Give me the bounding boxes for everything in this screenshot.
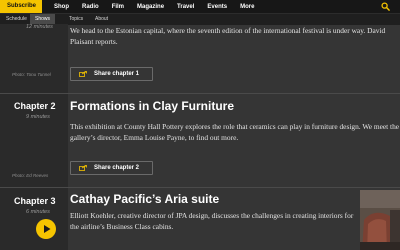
chapter-thumbnail — [360, 190, 400, 250]
chapter-3: Chapter 3 6 minutes Cathay Pacific’s Ari… — [0, 187, 400, 250]
subscribe-button[interactable]: Subscribe — [0, 0, 43, 13]
photo-credit: Photo: Tonu Tunnel — [12, 72, 51, 77]
chapter-label: Chapter 3 — [14, 196, 56, 206]
share-label: Share chapter 2 — [94, 165, 140, 171]
top-nav: Subscribe Shop Radio Film Magazine Trave… — [0, 0, 400, 13]
share-icon — [79, 71, 87, 77]
chapter-description: We head to the Estonian capital, where t… — [70, 26, 386, 46]
share-chapter-1-button[interactable]: Share chapter 1 — [70, 67, 153, 81]
nav-shop[interactable]: Shop — [54, 4, 69, 10]
chapter-title: Formations in Clay Furniture — [70, 99, 235, 113]
chapter-list: 12 minutes We head to the Estonian capit… — [0, 24, 400, 250]
chapter-description: This exhibition at County Hall Pottery e… — [70, 122, 400, 142]
chapter-duration: 6 minutes — [26, 209, 50, 215]
play-button[interactable] — [36, 219, 56, 239]
share-label: Share chapter 1 — [94, 71, 140, 77]
chapter-label: Chapter 2 — [14, 101, 56, 111]
chapter-duration: 12 minutes — [26, 24, 53, 30]
nav-radio[interactable]: Radio — [82, 4, 99, 10]
chapter-title: Cathay Pacific’s Aria suite — [70, 192, 220, 206]
chapter-description: Elliott Koehler, creative director of JP… — [70, 211, 354, 231]
photo-credit: Photo: Ed Reeves — [12, 173, 49, 178]
play-icon — [44, 225, 51, 233]
nav-events[interactable]: Events — [207, 4, 227, 10]
share-chapter-2-button[interactable]: Share chapter 2 — [70, 161, 153, 175]
nav-film[interactable]: Film — [112, 4, 124, 10]
chapter-duration: 9 minutes — [26, 114, 50, 120]
search-icon[interactable] — [381, 2, 390, 11]
nav-more[interactable]: More — [240, 4, 254, 10]
nav-magazine[interactable]: Magazine — [137, 4, 164, 10]
cabin-image — [360, 190, 400, 250]
chapter-2: Chapter 2 9 minutes Formations in Clay F… — [0, 93, 400, 188]
nav-travel[interactable]: Travel — [177, 4, 194, 10]
share-icon — [79, 165, 87, 171]
